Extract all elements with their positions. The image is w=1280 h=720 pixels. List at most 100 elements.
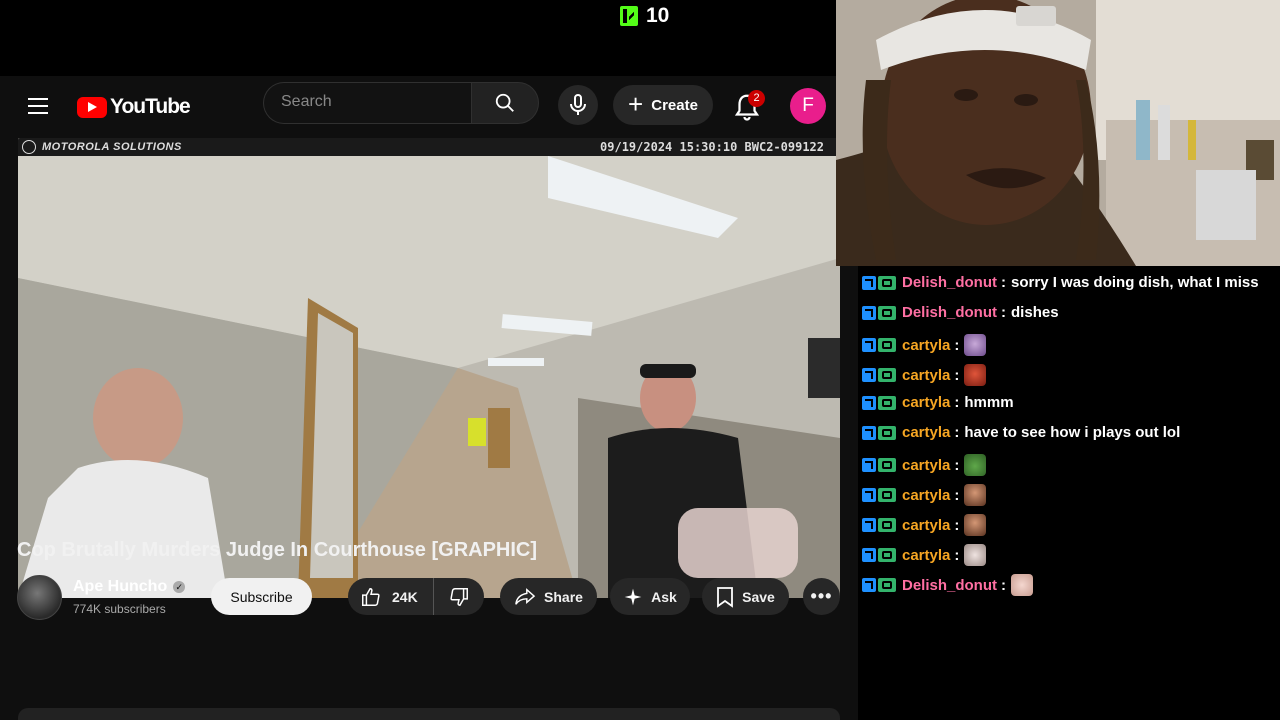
create-label: Create xyxy=(651,96,698,114)
chat-message: Delish_donut: xyxy=(862,574,1034,596)
bearded-face-emote-icon xyxy=(964,484,987,506)
chat-badges xyxy=(862,518,896,532)
hands-emote-icon xyxy=(1011,574,1034,596)
chat-message: cartyla: xyxy=(862,334,987,356)
chat-separator: : xyxy=(954,456,960,474)
save-button[interactable]: Save xyxy=(702,578,789,615)
chat-username[interactable]: cartyla xyxy=(902,394,950,411)
ask-button[interactable]: Ask xyxy=(610,578,690,615)
chat-message: cartyla: xyxy=(862,454,987,476)
chat-message: cartyla: xyxy=(862,484,987,506)
bearded-face-emote-icon xyxy=(964,514,987,536)
channel-name[interactable]: Ape Huncho ✓ xyxy=(73,578,186,596)
ask-label: Ask xyxy=(651,588,677,605)
more-actions-button[interactable]: ••• xyxy=(803,578,840,615)
search-icon xyxy=(495,93,514,112)
like-button[interactable]: 24K xyxy=(348,578,434,615)
chat-username[interactable]: cartyla xyxy=(902,367,950,384)
chat-badges xyxy=(862,578,896,592)
sparkle-icon xyxy=(624,588,642,605)
youtube-play-icon xyxy=(77,96,107,118)
notification-badge: 2 xyxy=(748,90,765,107)
chat-text: have to see how i plays out lol xyxy=(964,424,1181,441)
cat-emote-icon xyxy=(964,544,987,566)
bodycam-timestamp: 09/19/2024 15:30:10 BWC2-099122 xyxy=(600,140,824,154)
share-button[interactable]: Share xyxy=(500,578,597,615)
moderator-badge-icon xyxy=(862,578,876,592)
chat-username[interactable]: Delish_donut xyxy=(902,577,997,594)
motorola-watermark: MOTOROLA SOLUTIONS xyxy=(22,140,182,154)
chat-badges xyxy=(862,368,896,382)
moderator-badge-icon xyxy=(862,395,876,410)
thumbs-down-icon xyxy=(450,587,468,606)
subscriber-badge-icon xyxy=(878,518,896,532)
chat-username[interactable]: Delish_donut xyxy=(902,274,997,291)
microphone-icon xyxy=(570,94,586,115)
chat-username[interactable]: cartyla xyxy=(902,517,950,534)
moderator-badge-icon xyxy=(862,425,876,440)
account-avatar[interactable]: F xyxy=(790,88,826,124)
chat-separator: : xyxy=(954,424,960,441)
create-button[interactable]: + Create xyxy=(613,85,713,125)
chat-username[interactable]: cartyla xyxy=(902,424,950,441)
moderator-badge-icon xyxy=(862,488,876,502)
chat-username[interactable]: cartyla xyxy=(902,337,950,354)
voice-search-button[interactable] xyxy=(558,85,598,125)
kick-logo-icon xyxy=(620,6,638,26)
chat-badges xyxy=(862,488,896,502)
chat-badges xyxy=(862,305,896,320)
chat-badges xyxy=(862,338,896,352)
youtube-window: YouTube + Create 2 F xyxy=(0,76,858,720)
chat-username[interactable]: cartyla xyxy=(902,457,950,474)
chat-username[interactable]: cartyla xyxy=(902,547,950,564)
chat-text: dishes xyxy=(1011,304,1059,321)
angry-face-emote-icon xyxy=(964,364,987,386)
channel-avatar[interactable] xyxy=(17,575,62,620)
menu-icon[interactable] xyxy=(28,98,48,114)
live-chat: Delish_donut: sorry I was doing dish, wha… xyxy=(858,266,1280,720)
chat-separator: : xyxy=(954,486,960,504)
subscriber-badge-icon xyxy=(878,305,896,320)
plus-icon: + xyxy=(628,89,644,119)
chat-badges xyxy=(862,548,896,562)
like-count: 24K xyxy=(392,588,418,605)
chat-separator: : xyxy=(954,546,960,564)
subscriber-badge-icon xyxy=(878,338,896,352)
chat-username[interactable]: Delish_donut xyxy=(902,304,997,321)
chat-separator: : xyxy=(954,336,960,354)
chat-text: hmmm xyxy=(964,394,1014,411)
dislike-button[interactable] xyxy=(434,578,484,615)
chat-message: cartyla: xyxy=(862,514,987,536)
more-dots-icon: ••• xyxy=(810,586,833,606)
subscribe-button[interactable]: Subscribe xyxy=(211,578,312,615)
subscriber-count: 774K subscribers xyxy=(73,602,166,616)
video-player[interactable]: MOTOROLA SOLUTIONS 09/19/2024 15:30:10 B… xyxy=(18,138,840,598)
chat-separator: : xyxy=(954,394,960,411)
bookmark-icon xyxy=(717,586,734,608)
share-label: Share xyxy=(544,588,583,605)
chat-message: Delish_donut: dishes xyxy=(862,304,1059,321)
chat-message: cartyla: have to see how i plays out lol xyxy=(862,424,1180,441)
search-input[interactable] xyxy=(264,83,478,121)
streamer-webcam xyxy=(836,0,1280,266)
moderator-badge-icon xyxy=(862,518,876,532)
chat-badges xyxy=(862,458,896,472)
verified-check-icon: ✓ xyxy=(173,581,186,593)
subscriber-badge-icon xyxy=(878,488,896,502)
moderator-badge-icon xyxy=(862,548,876,562)
description-box-edge xyxy=(18,708,840,720)
subscriber-badge-icon xyxy=(878,578,896,592)
chat-text: sorry I was doing dish, what I miss xyxy=(1011,274,1259,291)
subscriber-badge-icon xyxy=(878,458,896,472)
chat-separator: : xyxy=(1001,274,1007,291)
chat-message: cartyla: xyxy=(862,364,987,386)
youtube-logo[interactable]: YouTube xyxy=(77,95,191,119)
thumbs-up-icon xyxy=(362,587,380,606)
chat-badges xyxy=(862,425,896,440)
chat-username[interactable]: cartyla xyxy=(902,487,950,504)
chat-message: cartyla: hmmm xyxy=(862,394,1014,411)
viewer-count: 10 xyxy=(646,4,670,27)
search-button[interactable] xyxy=(471,82,539,124)
subscriber-badge-icon xyxy=(878,275,896,290)
chat-badges xyxy=(862,395,896,410)
